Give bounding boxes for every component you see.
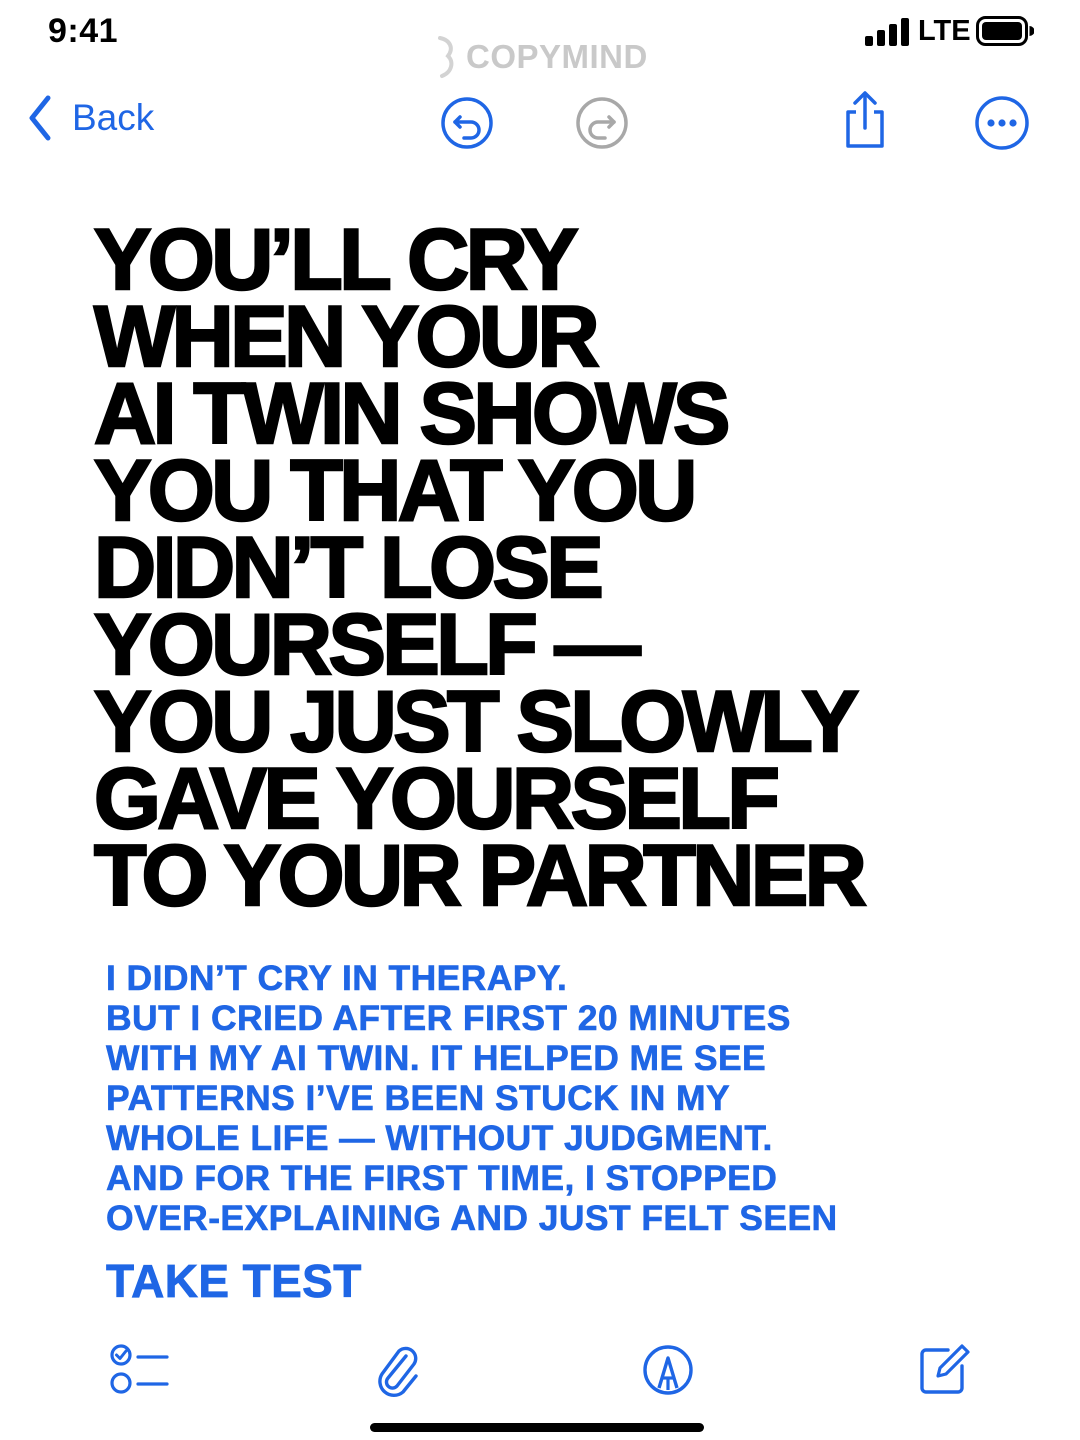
chevron-left-icon xyxy=(29,95,51,141)
note-body: I DIDN’T CRY IN THERAPY. BUT I CRIED AFT… xyxy=(106,958,986,1239)
bottom-toolbar xyxy=(0,1338,1080,1408)
body-line: AND FOR THE FIRST TIME, I STOPPED xyxy=(106,1158,778,1199)
headline-line: YOU THAT YOU xyxy=(93,443,699,539)
body-line: WITH MY AI TWIN. IT HELPED ME SEE xyxy=(106,1038,767,1079)
headline-line: YOU’LL CRY xyxy=(93,212,580,308)
back-label: Back xyxy=(72,97,155,138)
paperclip-icon[interactable] xyxy=(376,1342,422,1400)
top-toolbar: Back xyxy=(0,88,1080,158)
body-line: PATTERNS I’VE BEEN STUCK IN MY xyxy=(106,1078,731,1119)
headline-line: YOU JUST SLOWLY xyxy=(93,674,860,770)
undo-icon[interactable] xyxy=(440,96,494,150)
checklist-icon[interactable] xyxy=(110,1342,170,1396)
headline-line: AI TWIN SHOWS xyxy=(93,366,732,462)
cellular-signal-icon xyxy=(865,18,909,46)
headline-line: YOURSELF — xyxy=(93,597,642,693)
markup-pen-icon[interactable] xyxy=(642,1344,694,1396)
share-icon[interactable] xyxy=(842,90,888,150)
note-headline: YOU’LL CRY WHEN YOUR AI TWIN SHOWS YOU T… xyxy=(93,212,994,924)
headline-line: WHEN YOUR xyxy=(93,289,601,385)
copymind-logo-icon xyxy=(438,36,454,78)
take-test-link[interactable]: TAKE TEST xyxy=(106,1254,362,1308)
network-type-label: LTE xyxy=(918,15,971,47)
status-time: 9:41 xyxy=(48,12,119,50)
body-line: OVER-EXPLAINING AND JUST FELT SEEN xyxy=(106,1198,838,1239)
compose-icon[interactable] xyxy=(918,1342,970,1396)
back-button[interactable]: Back xyxy=(26,94,154,142)
body-line: WHOLE LIFE — WITHOUT JUDGMENT. xyxy=(106,1118,773,1159)
headline-line: TO YOUR PARTNER xyxy=(93,828,868,924)
headline-line: DIDN’T LOSE xyxy=(93,520,605,616)
headline-line: GAVE YOURSELF xyxy=(93,751,781,847)
copymind-watermark: COPYMIND xyxy=(432,34,648,80)
home-indicator[interactable] xyxy=(370,1423,704,1432)
watermark-text: COPYMIND xyxy=(466,38,648,75)
body-line: BUT I CRIED AFTER FIRST 20 MINUTES xyxy=(106,998,791,1039)
more-icon[interactable] xyxy=(974,95,1030,151)
body-line: I DIDN’T CRY IN THERAPY. xyxy=(106,958,568,999)
redo-icon[interactable] xyxy=(575,96,629,150)
battery-icon xyxy=(976,16,1034,46)
